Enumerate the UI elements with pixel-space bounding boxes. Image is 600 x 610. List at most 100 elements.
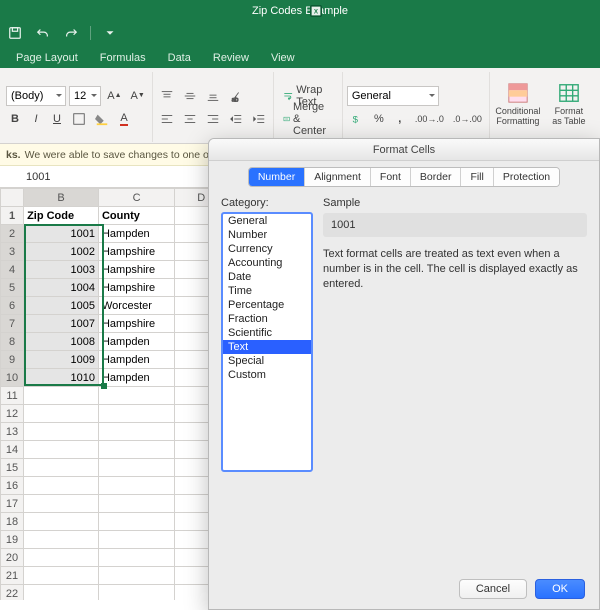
- cell[interactable]: 1010: [24, 369, 99, 387]
- row-header[interactable]: 19: [1, 531, 24, 549]
- category-item-time[interactable]: Time: [223, 284, 311, 298]
- dialog-tab-number[interactable]: Number: [249, 168, 305, 186]
- align-left-icon[interactable]: [157, 109, 177, 129]
- cell[interactable]: [98, 567, 174, 585]
- select-all-corner[interactable]: [1, 189, 24, 207]
- cell[interactable]: Hampshire: [98, 261, 174, 279]
- tab-page-layout[interactable]: Page Layout: [6, 48, 88, 68]
- cell[interactable]: [98, 423, 174, 441]
- row-header[interactable]: 2: [1, 225, 24, 243]
- row-header[interactable]: 3: [1, 243, 24, 261]
- comma-format-icon[interactable]: ,: [391, 109, 409, 129]
- tab-view[interactable]: View: [261, 48, 305, 68]
- cell[interactable]: Hampden: [98, 333, 174, 351]
- row-header[interactable]: 11: [1, 387, 24, 405]
- cell[interactable]: [24, 513, 99, 531]
- category-item-accounting[interactable]: Accounting: [223, 256, 311, 270]
- dialog-tab-protection[interactable]: Protection: [494, 168, 559, 186]
- ok-button[interactable]: OK: [535, 579, 585, 599]
- border-icon[interactable]: [69, 109, 89, 129]
- align-top-icon[interactable]: [157, 86, 177, 106]
- align-center-icon[interactable]: [180, 109, 200, 129]
- row-header[interactable]: 9: [1, 351, 24, 369]
- cell[interactable]: [24, 441, 99, 459]
- cell[interactable]: [24, 477, 99, 495]
- merge-center-button[interactable]: Merge & Center: [278, 109, 338, 129]
- orientation-icon[interactable]: ab: [226, 86, 246, 106]
- category-item-custom[interactable]: Custom: [223, 368, 311, 382]
- category-item-general[interactable]: General: [223, 214, 311, 228]
- increase-decimal-icon[interactable]: .00→.0: [412, 109, 447, 129]
- undo-icon[interactable]: [34, 24, 52, 42]
- cell[interactable]: [24, 405, 99, 423]
- dialog-tab-fill[interactable]: Fill: [461, 168, 493, 186]
- cancel-button[interactable]: Cancel: [459, 579, 527, 599]
- row-header[interactable]: 10: [1, 369, 24, 387]
- cell[interactable]: Hampden: [98, 369, 174, 387]
- row-header[interactable]: 20: [1, 549, 24, 567]
- cell[interactable]: [98, 495, 174, 513]
- format-as-table-button[interactable]: Format as Table: [545, 74, 593, 134]
- decrease-decimal-icon[interactable]: .0→.00: [450, 109, 485, 129]
- tab-review[interactable]: Review: [203, 48, 259, 68]
- column-header-C[interactable]: C: [98, 189, 174, 207]
- dialog-tab-border[interactable]: Border: [411, 168, 462, 186]
- decrease-indent-icon[interactable]: [226, 109, 246, 129]
- number-format-combo[interactable]: General: [347, 86, 439, 106]
- italic-icon[interactable]: I: [27, 109, 45, 129]
- category-item-special[interactable]: Special: [223, 354, 311, 368]
- increase-indent-icon[interactable]: [249, 109, 269, 129]
- cell[interactable]: Worcester: [98, 297, 174, 315]
- category-item-scientific[interactable]: Scientific: [223, 326, 311, 340]
- row-header[interactable]: 7: [1, 315, 24, 333]
- cell[interactable]: [98, 585, 174, 601]
- category-item-text[interactable]: Text: [223, 340, 311, 354]
- tab-formulas[interactable]: Formulas: [90, 48, 156, 68]
- cell[interactable]: Hampshire: [98, 243, 174, 261]
- redo-icon[interactable]: [62, 24, 80, 42]
- row-header[interactable]: 17: [1, 495, 24, 513]
- cell[interactable]: [98, 549, 174, 567]
- conditional-formatting-button[interactable]: Conditional Formatting: [494, 74, 542, 134]
- row-header[interactable]: 8: [1, 333, 24, 351]
- cell[interactable]: [98, 441, 174, 459]
- row-header[interactable]: 14: [1, 441, 24, 459]
- cell[interactable]: [98, 405, 174, 423]
- fill-color-icon[interactable]: [92, 109, 112, 129]
- cell[interactable]: [98, 387, 174, 405]
- cell[interactable]: [24, 531, 99, 549]
- cell[interactable]: [98, 513, 174, 531]
- cell[interactable]: 1005: [24, 297, 99, 315]
- increase-font-icon[interactable]: A▲: [104, 86, 124, 106]
- row-header[interactable]: 4: [1, 261, 24, 279]
- cell[interactable]: Zip Code: [24, 207, 99, 225]
- row-header[interactable]: 21: [1, 567, 24, 585]
- cell[interactable]: [24, 585, 99, 601]
- percent-format-icon[interactable]: %: [370, 109, 388, 129]
- cell[interactable]: Hampshire: [98, 279, 174, 297]
- accounting-format-icon[interactable]: $: [347, 109, 367, 129]
- row-header[interactable]: 15: [1, 459, 24, 477]
- cell[interactable]: County: [98, 207, 174, 225]
- underline-icon[interactable]: U: [48, 109, 66, 129]
- dialog-tab-alignment[interactable]: Alignment: [305, 168, 371, 186]
- cell-styles-button[interactable]: Cell Styles: [596, 74, 600, 134]
- cell[interactable]: [24, 459, 99, 477]
- category-item-fraction[interactable]: Fraction: [223, 312, 311, 326]
- cell[interactable]: [98, 477, 174, 495]
- row-header[interactable]: 13: [1, 423, 24, 441]
- dialog-tab-font[interactable]: Font: [371, 168, 411, 186]
- cell[interactable]: 1009: [24, 351, 99, 369]
- cell[interactable]: [24, 549, 99, 567]
- tab-data[interactable]: Data: [158, 48, 201, 68]
- align-right-icon[interactable]: [203, 109, 223, 129]
- row-header[interactable]: 5: [1, 279, 24, 297]
- category-item-currency[interactable]: Currency: [223, 242, 311, 256]
- font-size-combo[interactable]: 12: [69, 86, 101, 106]
- cell[interactable]: 1002: [24, 243, 99, 261]
- row-header[interactable]: 18: [1, 513, 24, 531]
- cell[interactable]: 1003: [24, 261, 99, 279]
- cell[interactable]: [98, 531, 174, 549]
- row-header[interactable]: 16: [1, 477, 24, 495]
- category-item-date[interactable]: Date: [223, 270, 311, 284]
